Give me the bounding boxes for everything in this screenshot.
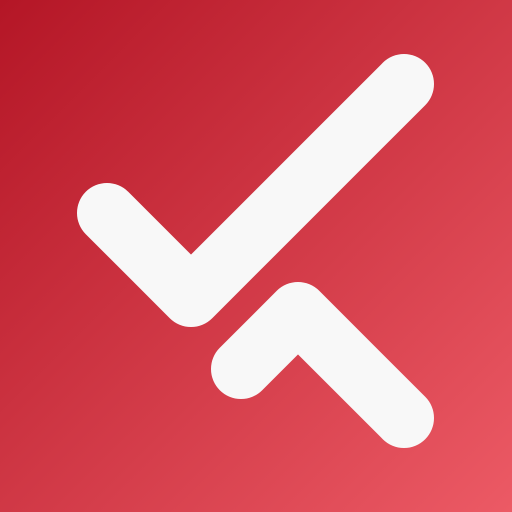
app-icon [0, 0, 512, 512]
logo-icon [0, 0, 512, 512]
